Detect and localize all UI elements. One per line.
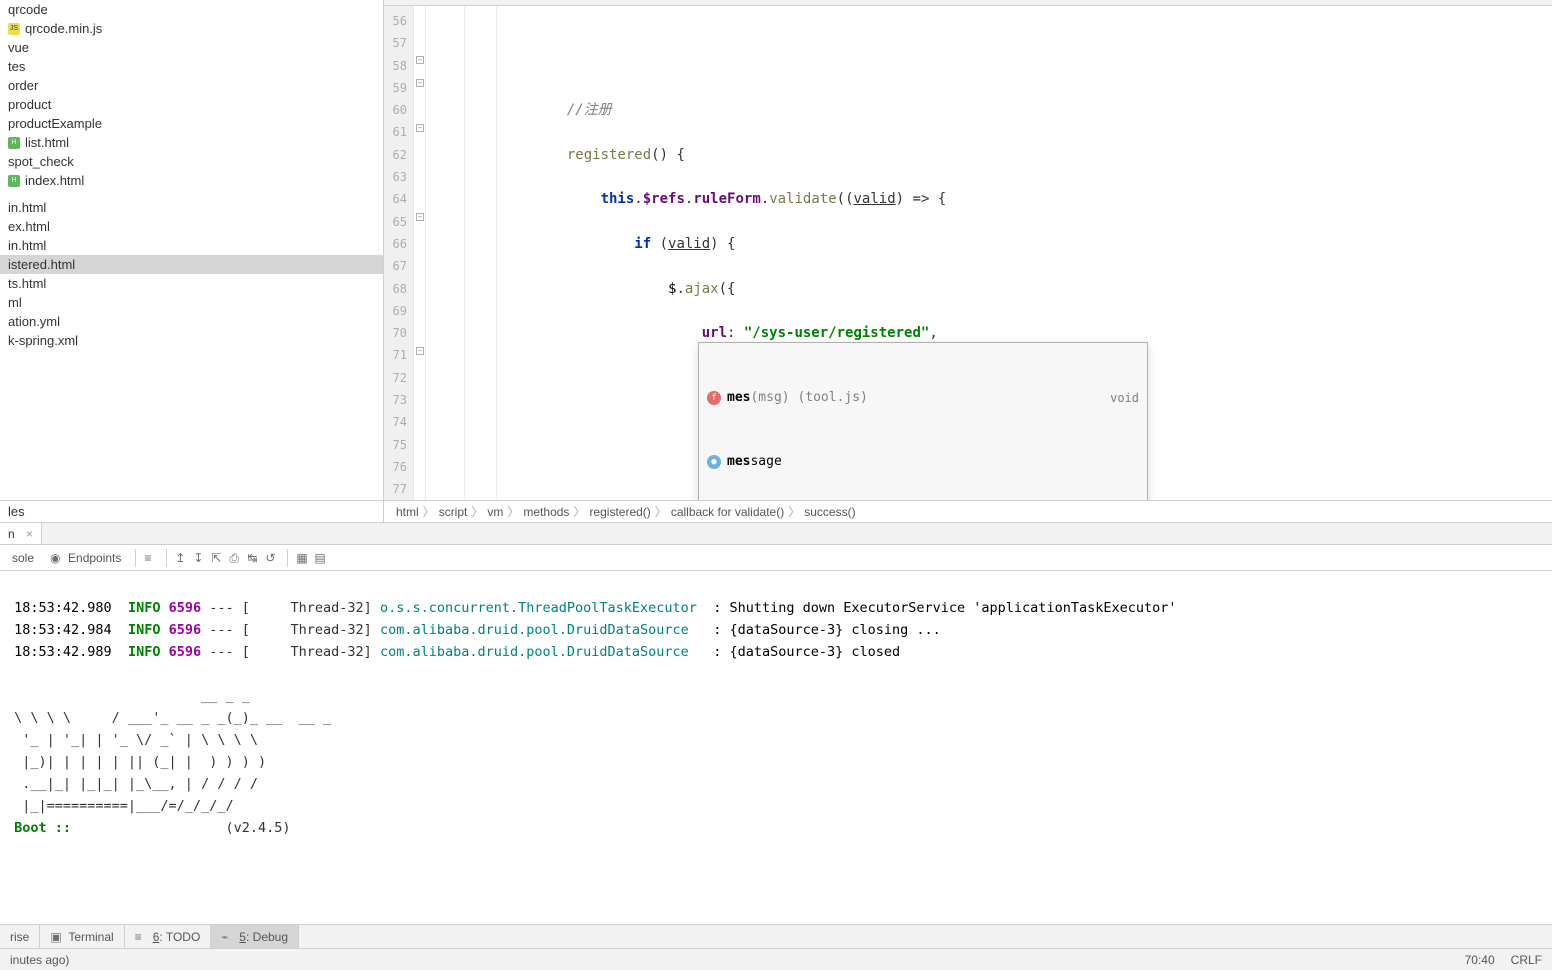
comment: //注册 xyxy=(567,102,612,118)
terminal-icon: ▣ xyxy=(50,930,64,944)
autocomplete-item[interactable]: ● message xyxy=(699,452,1147,472)
tree-item[interactable]: ex.html xyxy=(0,217,383,236)
breadcrumb-item[interactable]: methods xyxy=(523,505,569,519)
todo-icon: ≡ xyxy=(135,930,149,944)
fold-toggle-icon[interactable]: − xyxy=(416,213,424,221)
tool-window-tabs[interactable]: rise ▣Terminal ≡6: TODO ⌁5: Debug xyxy=(0,924,1552,948)
close-icon[interactable]: × xyxy=(26,527,33,541)
html-icon: H xyxy=(8,175,20,187)
console-tabs[interactable]: n × xyxy=(0,523,1552,545)
tree-item[interactable]: order xyxy=(0,76,383,95)
breadcrumb-item[interactable]: html xyxy=(396,505,419,519)
tree-item[interactable]: k-spring.xml xyxy=(0,331,383,350)
filter-icon[interactable]: ↹ xyxy=(247,551,261,565)
debug-icon: ⌁ xyxy=(221,930,235,944)
breadcrumb-item[interactable]: script xyxy=(439,505,468,519)
breadcrumb-item[interactable]: registered() xyxy=(589,505,650,519)
clear-icon[interactable]: ↺ xyxy=(265,551,279,565)
tab-terminal[interactable]: ▣Terminal xyxy=(40,925,124,948)
console-output[interactable]: 18:53:42.980 INFO 6596 --- [ Thread-32] … xyxy=(0,571,1552,924)
status-bar: inutes ago) 70:40 CRLF xyxy=(0,948,1552,970)
sidebar-section[interactable]: les xyxy=(0,500,383,522)
tree-item[interactable]: ts.html xyxy=(0,274,383,293)
tree-item[interactable]: Hindex.html xyxy=(0,171,383,190)
tree-item[interactable]: vue xyxy=(0,38,383,57)
tab-rise[interactable]: rise xyxy=(0,925,40,948)
tree-item[interactable]: product xyxy=(0,95,383,114)
breadcrumb-item[interactable]: vm xyxy=(487,505,503,519)
breadcrumb-item[interactable]: success() xyxy=(804,505,855,519)
tab-debug[interactable]: ⌁5: Debug xyxy=(211,925,299,948)
autocomplete-popup[interactable]: f mes(msg) (tool.js) void ● message ● po… xyxy=(698,342,1148,500)
breadcrumb[interactable]: html〉 script〉 vm〉 methods〉 registered()〉… xyxy=(384,500,1552,522)
js-icon: JS xyxy=(8,23,20,35)
file-tree[interactable]: qrcode JSqrcode.min.js vue tes order pro… xyxy=(0,0,383,500)
method-icon: ● xyxy=(707,455,721,469)
tab-todo[interactable]: ≡6: TODO xyxy=(125,925,212,948)
code-editor[interactable]: //注册 registered() { this.$refs.ruleForm.… xyxy=(426,6,1552,500)
status-left: inutes ago) xyxy=(10,953,69,967)
function-icon: f xyxy=(707,391,721,405)
scroll-down-icon[interactable]: ↧ xyxy=(193,551,207,565)
project-sidebar: qrcode JSqrcode.min.js vue tes order pro… xyxy=(0,0,384,522)
tree-item[interactable]: qrcode xyxy=(0,0,383,19)
tree-item[interactable]: JSqrcode.min.js xyxy=(0,19,383,38)
tree-item-selected[interactable]: istered.html xyxy=(0,255,383,274)
line-number-gutter: 565758596061 626364656667 686970717273 7… xyxy=(384,6,414,500)
fold-gutter[interactable]: − − − − − xyxy=(414,6,426,500)
scroll-up-icon[interactable]: ↥ xyxy=(175,551,189,565)
fold-toggle-icon[interactable]: − xyxy=(416,347,424,355)
console-panel: n × sole ◉Endpoints ≡ ↥ ↧ ⇱ ⎙ ↹ ↺ ▦ ▤ 18… xyxy=(0,523,1552,924)
print-icon[interactable]: ⎙ xyxy=(229,551,243,565)
autocomplete-item[interactable]: f mes(msg) (tool.js) void xyxy=(699,388,1147,408)
tree-item[interactable]: productExample xyxy=(0,114,383,133)
tree-item[interactable]: ml xyxy=(0,293,383,312)
console-toolbar: sole ◉Endpoints ≡ ↥ ↧ ⇱ ⎙ ↹ ↺ ▦ ▤ xyxy=(0,545,1552,571)
editor-area: 565758596061 626364656667 686970717273 7… xyxy=(384,0,1552,522)
settings-icon[interactable]: ▤ xyxy=(314,551,328,565)
tree-item[interactable]: spot_check xyxy=(0,152,383,171)
line-ending[interactable]: CRLF xyxy=(1511,953,1542,967)
html-icon: H xyxy=(8,137,20,149)
endpoints-button[interactable]: ◉Endpoints xyxy=(44,549,127,567)
tree-item[interactable]: in.html xyxy=(0,198,383,217)
console-tab[interactable]: n × xyxy=(0,523,42,544)
tree-item[interactable]: tes xyxy=(0,57,383,76)
console-button[interactable]: sole xyxy=(6,549,40,567)
cursor-position[interactable]: 70:40 xyxy=(1465,953,1495,967)
endpoints-icon: ◉ xyxy=(50,551,64,565)
fold-toggle-icon[interactable]: − xyxy=(416,124,424,132)
fold-toggle-icon[interactable]: − xyxy=(416,56,424,64)
tree-item[interactable]: in.html xyxy=(0,236,383,255)
wrap-icon[interactable]: ≡ xyxy=(144,551,158,565)
layout-icon[interactable]: ▦ xyxy=(296,551,310,565)
tree-item[interactable]: ation.yml xyxy=(0,312,383,331)
tree-item[interactable]: Hlist.html xyxy=(0,133,383,152)
fold-toggle-icon[interactable]: − xyxy=(416,79,424,87)
breadcrumb-item[interactable]: callback for validate() xyxy=(671,505,784,519)
export-icon[interactable]: ⇱ xyxy=(211,551,225,565)
